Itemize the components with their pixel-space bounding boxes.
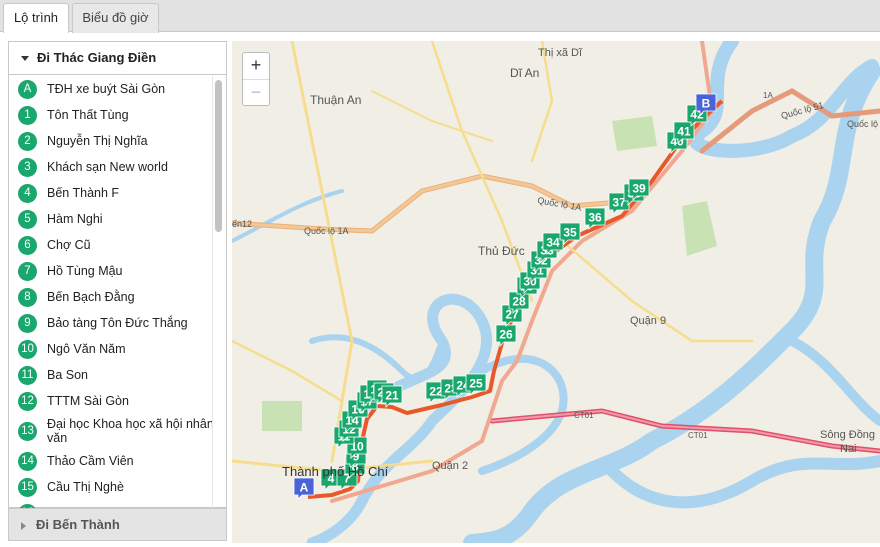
tab-lo-trinh[interactable]: Lộ trình [3,3,69,33]
stop-badge: 9 [18,313,37,333]
stop-badge: 15 [18,477,37,497]
stop-name: Nguyễn Thị Nghĩa [47,134,148,148]
zoom-in-button[interactable]: + [243,53,269,79]
stop-badge: A [18,79,37,99]
stop-item[interactable]: 8 Bến Bạch Đằng [9,284,214,310]
tab-bar: Lộ trình Biểu đồ giờ [0,0,880,33]
marker-label: 25 [469,377,483,391]
stop-badge: 5 [18,209,37,229]
stop-item[interactable]: 10 Ngô Văn Năm [9,336,214,362]
stop-item[interactable]: A TĐH xe buýt Sài Gòn [9,76,214,102]
route-header[interactable]: Đi Thác Giang Điền [9,42,226,75]
route-title: Đi Thác Giang Điền [37,50,157,65]
stop-badge: 10 [18,339,37,359]
map-label: Quận 2 [432,460,468,472]
marker-label: 41 [677,125,691,139]
stop-marker[interactable]: 26 [495,324,517,347]
stop-name: Chợ Cũ [47,238,91,252]
stop-badge: 2 [18,131,37,151]
stop-item[interactable]: 2 Nguyễn Thị Nghĩa [9,128,214,154]
stop-item[interactable]: 1 Tôn Thất Tùng [9,102,214,128]
map-label: Thành phố Hồ Chí [282,464,389,479]
stop-item[interactable]: 15 Cầu Thị Nghè [9,474,214,500]
map-label: CT01 [688,431,708,440]
map-label: Quốc lộ 1 [847,119,880,129]
scrollbar-thumb[interactable] [215,80,222,232]
stop-marker[interactable]: 21 [381,385,403,408]
marker-label: 26 [499,328,513,342]
stop-item[interactable]: 3 Khách sạn New world [9,154,214,180]
stop-badge: 1 [18,105,37,125]
map-label: Nai [840,443,857,455]
map-label: Thị xã Dĩ [538,47,583,59]
map-label: ến12 [232,219,252,229]
map-label: Quận 9 [630,315,666,327]
stop-name: Bến Thành F [47,186,120,200]
stop-item[interactable]: 7 Hồ Tùng Mậu [9,258,214,284]
stop-name: Cầu Thị Nghè [47,480,124,494]
stop-name: Đại học Khoa học xã hội nhân văn [47,417,214,445]
map-label: Sông Đồng [820,429,875,441]
stop-item[interactable]: 11 Ba Son [9,362,214,388]
marker-label: 36 [588,211,602,225]
stop-name: Khách sạn New world [47,160,168,174]
stop-list: A TĐH xe buýt Sài Gòn 1 Tôn Thất Tùng 2 Nguyễ… [9,76,214,508]
map-label: CT01 [574,411,594,420]
map-label: Quốc lộ 1A [304,226,349,236]
stop-name: Ba Son [47,368,89,382]
stop-name: TĐH xe buýt Sài Gòn [47,82,166,96]
zoom-control: + − [242,52,270,106]
stop-name: Hàm Nghi [47,212,103,226]
map[interactable]: A478910111214161718192021222324252627282… [232,41,880,543]
stop-badge: 11 [18,365,37,385]
caret-right-icon [21,521,26,530]
stop-badge: 14 [18,451,37,471]
stop-badge: 6 [18,235,37,255]
stop-name: Tôn Thất Tùng [47,108,129,122]
route-return-header[interactable]: Đi Bến Thành [8,508,227,541]
return-title: Đi Bến Thành [36,517,120,532]
marker-label: 39 [632,182,646,196]
marker-label: B [702,97,711,111]
map-label: Dĩ An [510,66,539,80]
stop-badge: 4 [18,183,37,203]
tab-bieu-do-gio[interactable]: Biểu đồ giờ [72,3,159,33]
stop-name: Bảo tàng Tôn Đức Thắng [47,316,188,330]
stop-name: Hồ Tùng Mậu [47,264,123,278]
stop-name: Ngô Văn Năm [47,342,126,356]
stop-item[interactable]: 16 [9,500,214,508]
stop-item[interactable]: 4 Bến Thành F [9,180,214,206]
stop-badge: 7 [18,261,37,281]
stop-item[interactable]: 5 Hàm Nghi [9,206,214,232]
map-canvas: A478910111214161718192021222324252627282… [232,41,880,543]
stop-item[interactable]: 12 TTTM Sài Gòn [9,388,214,414]
stop-badge: 13 [18,421,37,441]
stop-name: Bến Bạch Đằng [47,290,135,304]
marker-label: 21 [385,389,399,403]
map-label: Thủ Đức [478,244,525,258]
stop-badge: 12 [18,391,37,411]
marker-label: 35 [563,226,577,240]
zoom-out-button[interactable]: − [243,79,269,105]
stop-name: TTTM Sài Gòn [47,394,129,408]
stop-name: Thảo Cầm Viên [47,454,134,468]
marker-label: 28 [512,295,526,309]
stop-item[interactable]: 6 Chợ Cũ [9,232,214,258]
stop-badge: 3 [18,157,37,177]
map-label: Thuận An [310,93,361,107]
map-label: 1A [763,91,773,100]
stop-item[interactable]: 14 Thảo Cầm Viên [9,448,214,474]
marker-label: A [300,481,309,495]
stop-item[interactable]: 9 Bảo tàng Tôn Đức Thắng [9,310,214,336]
stop-item[interactable]: 13 Đại học Khoa học xã hội nhân văn [9,414,214,448]
stop-badge: 8 [18,287,37,307]
caret-down-icon [21,56,29,62]
marker-label: 34 [546,236,560,250]
route-panel: Đi Thác Giang Điền A TĐH xe buýt Sài Gòn 1… [8,41,227,508]
